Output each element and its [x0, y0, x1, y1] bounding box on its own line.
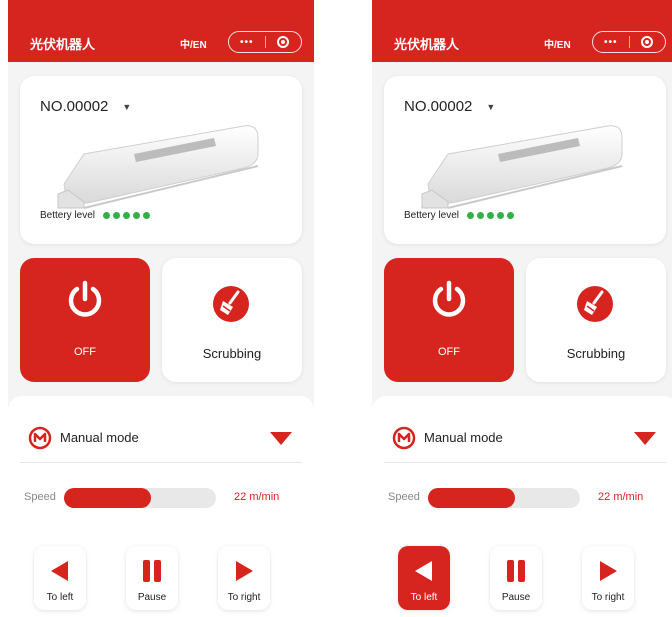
- broom-icon: [213, 286, 249, 322]
- battery-dot: [497, 212, 505, 219]
- cleaning-robot-image: [57, 125, 259, 209]
- pause-button[interactable]: Pause: [490, 546, 542, 610]
- battery-dot: [123, 212, 131, 219]
- speed-value: 22 m/min: [598, 491, 643, 503]
- battery-dot: [143, 212, 151, 219]
- battery-level: Bettery level: [404, 210, 517, 221]
- device-card: NO.00002 ▼ Bettery level: [384, 76, 666, 244]
- power-icon: [432, 280, 466, 317]
- app-title: 光伏机器人: [394, 37, 460, 52]
- more-dots-icon[interactable]: •••: [229, 37, 265, 48]
- phone-screen-left: 光伏机器人 中/EN ••• NO.00002 ▼ Bettery level …: [8, 0, 314, 617]
- scrubbing-button[interactable]: Scrubbing: [162, 258, 302, 382]
- triangle-right-icon: [600, 561, 617, 581]
- pause-icon: [507, 560, 525, 582]
- speed-unit: m/min: [613, 491, 644, 503]
- language-toggle[interactable]: 中/EN: [180, 36, 207, 51]
- battery-level: Bettery level: [40, 210, 153, 221]
- mode-label: Manual mode: [424, 430, 503, 445]
- power-button[interactable]: OFF: [384, 258, 514, 382]
- cleaning-robot-image: [421, 125, 623, 209]
- battery-dot: [467, 212, 475, 219]
- target-icon[interactable]: [629, 36, 665, 48]
- power-icon: [68, 280, 102, 317]
- mini-program-capsule: •••: [228, 31, 302, 53]
- speed-label: Speed: [24, 491, 56, 503]
- divider: [384, 462, 666, 463]
- battery-indicator: [103, 212, 153, 219]
- scrubbing-label: Scrubbing: [566, 346, 626, 361]
- triangle-left-icon: [415, 561, 432, 581]
- battery-indicator: [467, 212, 517, 219]
- target-icon[interactable]: [265, 36, 301, 48]
- to-left-label: To left: [410, 592, 438, 603]
- battery-dot: [507, 212, 515, 219]
- battery-dot: [133, 212, 141, 219]
- pause-button[interactable]: Pause: [126, 546, 178, 610]
- to-right-label: To right: [591, 592, 625, 603]
- speed-slider[interactable]: [428, 488, 580, 508]
- speed-control: Speed 22 m/min: [24, 486, 304, 510]
- mini-program-capsule: •••: [592, 31, 666, 53]
- to-left-button[interactable]: To left: [398, 546, 450, 610]
- speed-label: Speed: [388, 491, 420, 503]
- scrubbing-button[interactable]: Scrubbing: [526, 258, 666, 382]
- device-id: NO.00002: [404, 98, 473, 115]
- more-dots-icon[interactable]: •••: [593, 37, 629, 48]
- speed-number: 22: [598, 491, 611, 503]
- divider: [20, 462, 302, 463]
- to-left-label: To left: [46, 592, 74, 603]
- triangle-left-icon: [51, 561, 68, 581]
- control-panel: Manual mode Speed 22 m/min To left Pause…: [8, 396, 314, 617]
- speed-unit: m/min: [249, 491, 280, 503]
- caret-down-icon: ▼: [122, 101, 132, 112]
- speed-number: 22: [234, 491, 247, 503]
- to-right-button[interactable]: To right: [218, 546, 270, 610]
- speed-slider[interactable]: [64, 488, 216, 508]
- pause-label: Pause: [501, 592, 531, 603]
- pause-label: Pause: [137, 592, 167, 603]
- power-label: OFF: [74, 346, 96, 358]
- m-circle-icon: [392, 426, 416, 450]
- m-circle-icon: [28, 426, 52, 450]
- to-right-button[interactable]: To right: [582, 546, 634, 610]
- battery-label: Bettery level: [404, 210, 460, 221]
- dropdown-arrow-icon[interactable]: [270, 432, 292, 445]
- scrubbing-label: Scrubbing: [202, 346, 262, 361]
- speed-value: 22 m/min: [234, 491, 279, 503]
- speed-control: Speed 22 m/min: [388, 486, 668, 510]
- caret-down-icon: ▼: [486, 101, 496, 112]
- app-header: 光伏机器人 中/EN •••: [372, 0, 672, 62]
- battery-label: Bettery level: [40, 210, 96, 221]
- pause-icon: [143, 560, 161, 582]
- control-panel: Manual mode Speed 22 m/min To left Pause…: [372, 396, 672, 617]
- app-title: 光伏机器人: [30, 37, 96, 52]
- language-toggle[interactable]: 中/EN: [544, 36, 571, 51]
- to-right-label: To right: [227, 592, 261, 603]
- mode-selector[interactable]: Manual mode: [28, 426, 294, 450]
- mode-label: Manual mode: [60, 430, 139, 445]
- mode-selector[interactable]: Manual mode: [392, 426, 658, 450]
- speed-slider-fill: [64, 488, 151, 508]
- power-button[interactable]: OFF: [20, 258, 150, 382]
- power-label: OFF: [438, 346, 460, 358]
- device-selector[interactable]: NO.00002 ▼: [404, 98, 495, 115]
- battery-dot: [487, 212, 495, 219]
- device-id: NO.00002: [40, 98, 109, 115]
- phone-screen-right: 光伏机器人 中/EN ••• NO.00002 ▼ Bettery level …: [372, 0, 672, 617]
- broom-icon: [577, 286, 613, 322]
- battery-dot: [103, 212, 111, 219]
- battery-dot: [113, 212, 121, 219]
- device-selector[interactable]: NO.00002 ▼: [40, 98, 131, 115]
- to-left-button[interactable]: To left: [34, 546, 86, 610]
- dropdown-arrow-icon[interactable]: [634, 432, 656, 445]
- app-header: 光伏机器人 中/EN •••: [8, 0, 314, 62]
- triangle-right-icon: [236, 561, 253, 581]
- device-card: NO.00002 ▼ Bettery level: [20, 76, 302, 244]
- speed-slider-fill: [428, 488, 515, 508]
- battery-dot: [477, 212, 485, 219]
